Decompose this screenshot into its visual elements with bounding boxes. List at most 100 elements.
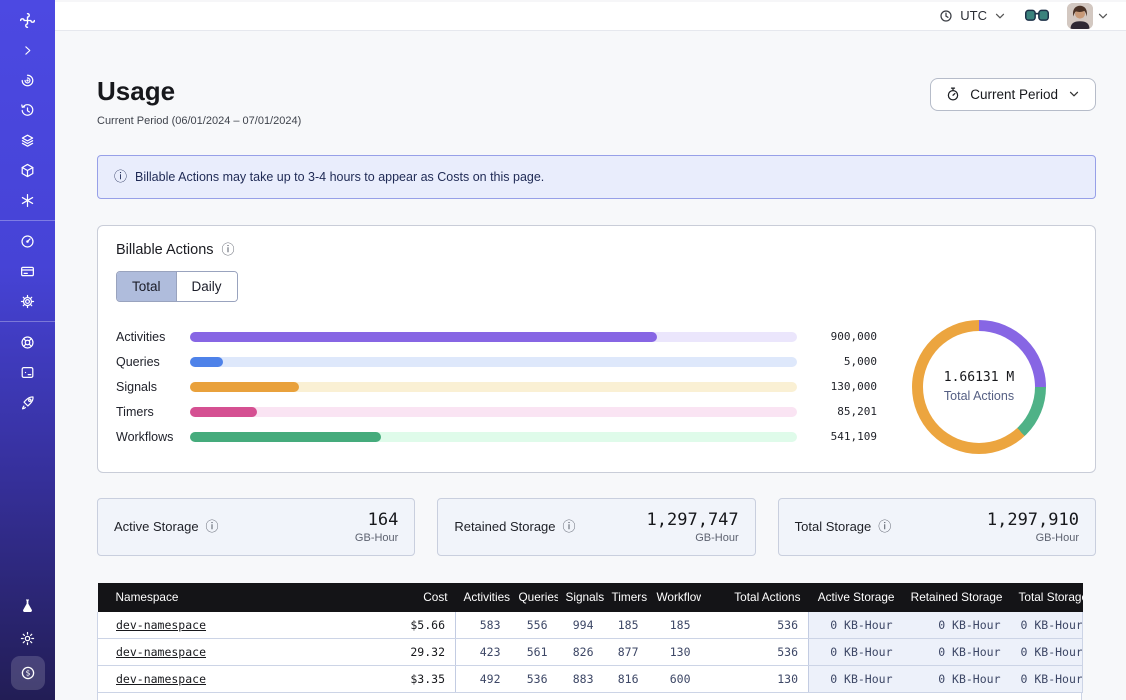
table-cell: 877: [604, 639, 649, 666]
theme-toggle-icon: [19, 630, 36, 647]
table-cell: 583: [456, 612, 511, 639]
sidebar-item-deployments[interactable]: [11, 155, 45, 185]
table-cell: $3.35: [361, 666, 456, 693]
svg-text:$: $: [25, 669, 30, 678]
bar-value: 900,000: [797, 330, 877, 343]
account-menu[interactable]: [1067, 3, 1110, 29]
tab-total[interactable]: Total: [117, 272, 176, 301]
bar-row-signals: Signals 130,000: [116, 379, 877, 394]
table-cell: 130: [701, 666, 809, 693]
labs-icon: [19, 597, 36, 614]
timezone-selector[interactable]: UTC: [938, 8, 1007, 24]
billable-actions-card: Billable Actions ⓘ Total Daily Activitie…: [97, 225, 1096, 473]
settings-icon: [19, 293, 36, 310]
billable-actions-chart: Activities900,000 Queries5,000 Signals 130,…: [116, 320, 1077, 454]
page-subtitle: Current Period (06/01/2024 – 07/01/2024): [97, 115, 301, 127]
storage-label-text: Retained Storage: [454, 519, 555, 534]
page-title: Usage: [97, 76, 301, 107]
temporal-logo-icon: [18, 11, 37, 30]
table-cell: 0 KB-Hour: [903, 639, 1011, 666]
sidebar-item-docs[interactable]: [11, 357, 45, 387]
bar-fill: [190, 382, 299, 392]
bar-track: [190, 332, 797, 342]
sidebar-item-theme-toggle[interactable]: [11, 623, 45, 653]
sidebar-item-billing[interactable]: [11, 256, 45, 286]
sidebar-item-schedules[interactable]: [11, 95, 45, 125]
chevron-down-icon: [1096, 9, 1110, 23]
active-storage-value: 164: [355, 510, 398, 530]
current-period-button[interactable]: Current Period: [930, 78, 1096, 111]
column-header-signals: Signals: [558, 583, 604, 612]
namespace-link[interactable]: dev-namespace: [116, 672, 206, 686]
table-cell: 826: [558, 639, 604, 666]
bar-row-activities: Activities900,000: [116, 329, 877, 344]
collapse-chevron-icon: [20, 43, 35, 58]
sidebar-item-getting-started[interactable]: [11, 387, 45, 417]
namespace-link[interactable]: dev-namespace: [116, 645, 206, 659]
info-icon[interactable]: ⓘ: [222, 243, 235, 256]
bar-label: Workflows: [116, 430, 190, 444]
table-cell: 185: [604, 612, 649, 639]
bar-track: [190, 407, 797, 417]
bar-row-workflows: Workflows541,109: [116, 429, 877, 444]
chevron-down-icon: [1067, 87, 1081, 101]
table-cell: 536: [511, 666, 558, 693]
total-daily-toggle: Total Daily: [116, 271, 238, 302]
table-cell: dev-namespace: [98, 666, 361, 693]
total-storage-label: Total Storage ⓘ: [795, 519, 892, 534]
sidebar-item-nexus[interactable]: [11, 185, 45, 215]
sidebar-item-settings[interactable]: [11, 286, 45, 316]
table-cell: 492: [456, 666, 511, 693]
table-cell: 994: [558, 612, 604, 639]
table-cell: 0 KB-Hour: [903, 612, 1011, 639]
sidebar-item-temporal-logo[interactable]: [11, 5, 45, 35]
sidebar-item-labs[interactable]: [11, 590, 45, 620]
total-actions-value: 1.66131 M: [944, 370, 1014, 385]
active-storage-label: Active Storage ⓘ: [114, 519, 219, 534]
bar-value: 130,000: [797, 380, 877, 393]
table-cell: 0 KB-Hour: [809, 666, 903, 693]
sidebar-item-support[interactable]: [11, 327, 45, 357]
storage-cards: Active Storage ⓘ 164 GB-Hour Retained St…: [97, 498, 1096, 556]
sidebar-item-billing-coin[interactable]: $: [11, 656, 45, 690]
glasses-icon[interactable]: [1025, 8, 1049, 23]
column-header-total-actions: Total Actions: [701, 583, 809, 612]
billable-actions-title-text: Billable Actions: [116, 242, 214, 258]
sidebar-divider: [0, 321, 55, 322]
sidebar-item-namespaces[interactable]: [11, 125, 45, 155]
sidebar-item-collapse-chevron[interactable]: [11, 35, 45, 65]
title-row: Usage Current Period (06/01/2024 – 07/01…: [97, 76, 1096, 127]
column-header-cost: Cost: [361, 583, 456, 612]
table-cell: 883: [558, 666, 604, 693]
table-cell: 600: [649, 666, 701, 693]
table-row: dev-namespace29.324235618268771305360 KB…: [98, 639, 1083, 666]
billing-coin-icon: $: [19, 664, 37, 682]
column-header-queries: Queries: [511, 583, 558, 612]
table-cell: 29.32: [361, 639, 456, 666]
schedules-icon: [19, 102, 36, 119]
table-clipped-row: [97, 693, 1082, 700]
info-icon[interactable]: ⓘ: [878, 520, 891, 533]
sidebar-item-usage[interactable]: [11, 226, 45, 256]
table-cell: 0 KB-Hour: [1011, 612, 1083, 639]
tab-daily[interactable]: Daily: [176, 272, 237, 301]
bar-label: Signals: [116, 380, 190, 394]
bar-row-queries: Queries5,000: [116, 354, 877, 369]
info-icon[interactable]: ⓘ: [206, 520, 219, 533]
namespace-link[interactable]: dev-namespace: [116, 618, 206, 632]
namespace-usage-table: NamespaceCostActivitiesQueriesSignalsTim…: [97, 583, 1082, 700]
billable-actions-title: Billable Actions ⓘ: [116, 242, 1077, 258]
stopwatch-icon: [945, 86, 961, 102]
bar-track: [190, 382, 797, 392]
info-icon[interactable]: ⓘ: [563, 520, 576, 533]
column-header-activities: Activities: [456, 583, 511, 612]
sidebar-item-workflows[interactable]: [11, 65, 45, 95]
retained-storage-value: 1,297,747: [647, 510, 739, 530]
column-header-timers: Timers: [604, 583, 649, 612]
bar-fill: [190, 407, 257, 417]
bar-track: [190, 432, 797, 442]
info-banner-text: Billable Actions may take up to 3-4 hour…: [135, 170, 544, 184]
storage-label-text: Active Storage: [114, 519, 199, 534]
table-cell: 816: [604, 666, 649, 693]
column-header-active-storage: Active Storage: [809, 583, 903, 612]
